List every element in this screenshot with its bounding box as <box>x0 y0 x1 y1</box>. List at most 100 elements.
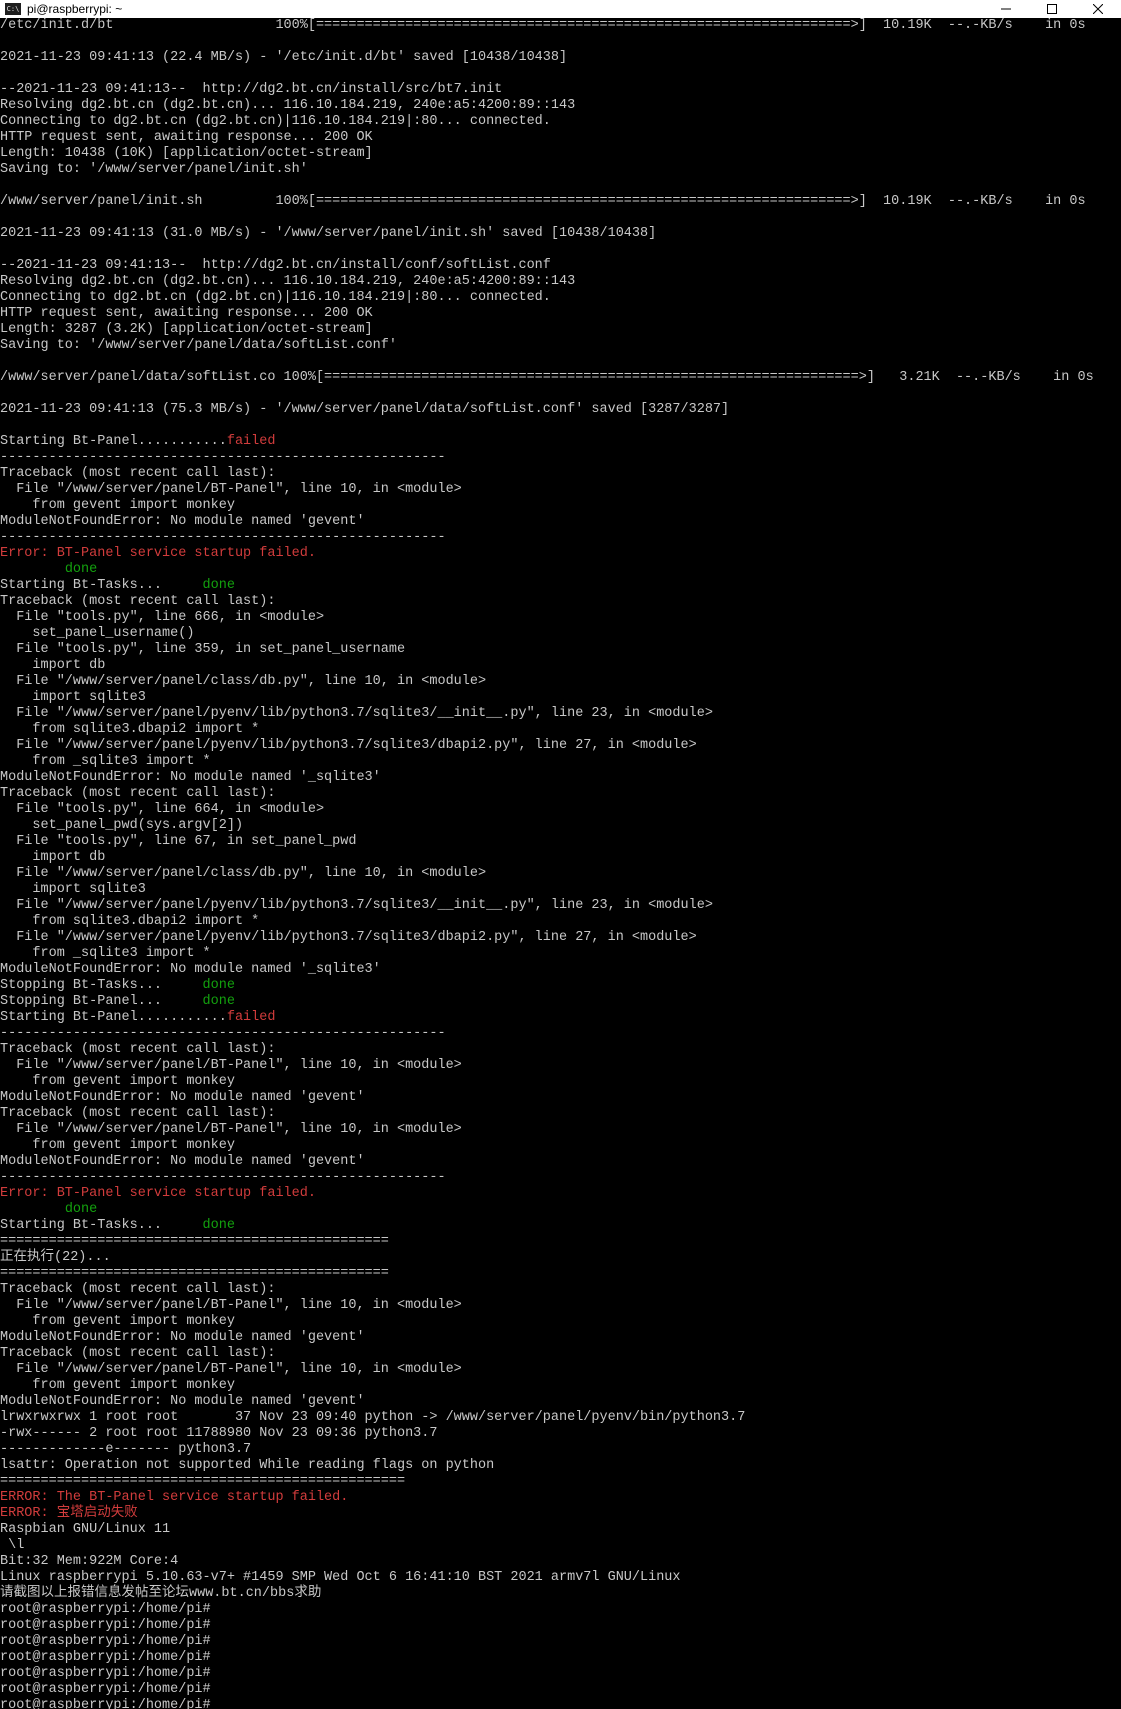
terminal-text: Starting Bt-Panel........... <box>0 434 227 449</box>
error-text: failed <box>226 434 276 449</box>
terminal-line: File "/www/server/panel/BT-Panel", line … <box>0 1122 1121 1138</box>
terminal-text: ModuleNotFoundError: No module named 'ge… <box>0 1394 365 1409</box>
terminal-text: File "tools.py", line 666, in <module> <box>0 610 325 625</box>
terminal-line: from _sqlite3 import * <box>0 946 1121 962</box>
terminal-text: Saving to: '/www/server/panel/init.sh' <box>0 162 308 177</box>
terminal-line: Traceback (most recent call last): <box>0 466 1121 482</box>
terminal-text: File "/www/server/panel/BT-Panel", line … <box>0 1122 462 1137</box>
terminal-line: root@raspberrypi:/home/pi# <box>0 1634 1121 1650</box>
terminal-line: from gevent import monkey <box>0 1378 1121 1394</box>
terminal-text: File "/www/server/panel/BT-Panel", line … <box>0 1362 462 1377</box>
terminal-text: Traceback (most recent call last): <box>0 1106 276 1121</box>
terminal-text: ========================================… <box>0 1266 389 1281</box>
close-icon <box>1093 4 1103 14</box>
window-titlebar[interactable]: C:\ pi@raspberrypi: ~ <box>0 0 1121 18</box>
terminal-line: File "/www/server/panel/pyenv/lib/python… <box>0 930 1121 946</box>
terminal-line: Traceback (most recent call last): <box>0 1346 1121 1362</box>
terminal-text: File "/www/server/panel/pyenv/lib/python… <box>0 898 713 913</box>
error-text: ERROR: 宝塔启动失败 <box>0 1506 138 1521</box>
terminal-text: File "/www/server/panel/class/db.py", li… <box>0 866 487 881</box>
close-button[interactable] <box>1075 0 1121 18</box>
terminal-text: from gevent import monkey <box>0 1138 235 1153</box>
terminal-line: 2021-11-23 09:41:13 (75.3 MB/s) - '/www/… <box>0 402 1121 418</box>
terminal-output[interactable]: /etc/init.d/bt 100%[====================… <box>0 18 1121 1709</box>
terminal-text: import sqlite3 <box>0 882 146 897</box>
terminal-line: /www/server/panel/data/softList.co 100%[… <box>0 370 1121 386</box>
terminal-line: from gevent import monkey <box>0 1074 1121 1090</box>
terminal-line: --2021-11-23 09:41:13-- http://dg2.bt.cn… <box>0 82 1121 98</box>
minimize-icon <box>1001 8 1011 10</box>
terminal-line: from gevent import monkey <box>0 1138 1121 1154</box>
terminal-line: HTTP request sent, awaiting response... … <box>0 306 1121 322</box>
terminal-line: ========================================… <box>0 1474 1121 1490</box>
terminal-text: 2021-11-23 09:41:13 (31.0 MB/s) - '/www/… <box>0 226 657 241</box>
terminal-text: File "/www/server/panel/class/db.py", li… <box>0 674 487 689</box>
terminal-line: 2021-11-23 09:41:13 (31.0 MB/s) - '/www/… <box>0 226 1121 242</box>
terminal-text: from gevent import monkey <box>0 1378 235 1393</box>
terminal-line: ModuleNotFoundError: No module named 'ge… <box>0 514 1121 530</box>
minimize-button[interactable] <box>983 0 1029 18</box>
terminal-text: ========================================… <box>0 1474 406 1489</box>
terminal-line: Stopping Bt-Tasks... done <box>0 978 1121 994</box>
terminal-text: ----------------------------------------… <box>0 450 446 465</box>
terminal-line: done <box>0 562 1121 578</box>
terminal-text: Traceback (most recent call last): <box>0 1282 276 1297</box>
terminal-line: ModuleNotFoundError: No module named '_s… <box>0 962 1121 978</box>
terminal-line: root@raspberrypi:/home/pi# <box>0 1698 1121 1709</box>
terminal-text: 2021-11-23 09:41:13 (75.3 MB/s) - '/www/… <box>0 402 730 417</box>
terminal-line: ----------------------------------------… <box>0 450 1121 466</box>
terminal-line: from gevent import monkey <box>0 498 1121 514</box>
terminal-line: File "/www/server/panel/class/db.py", li… <box>0 674 1121 690</box>
terminal-line: Length: 3287 (3.2K) [application/octet-s… <box>0 322 1121 338</box>
terminal-text: Traceback (most recent call last): <box>0 1042 276 1057</box>
maximize-button[interactable] <box>1029 0 1075 18</box>
terminal-text: ModuleNotFoundError: No module named 'ge… <box>0 514 365 529</box>
terminal-line: 请截图以上报错信息发帖至论坛www.bt.cn/bbs求助 <box>0 1586 1121 1602</box>
terminal-text: File "/www/server/panel/BT-Panel", line … <box>0 1058 462 1073</box>
maximize-icon <box>1047 4 1057 14</box>
terminal-text: from gevent import monkey <box>0 1314 235 1329</box>
terminal-line: from _sqlite3 import * <box>0 754 1121 770</box>
terminal-text: root@raspberrypi:/home/pi# <box>0 1666 211 1681</box>
terminal-line: root@raspberrypi:/home/pi# <box>0 1602 1121 1618</box>
error-text: ERROR: The BT-Panel service startup fail… <box>0 1490 349 1505</box>
terminal-text: Resolving dg2.bt.cn (dg2.bt.cn)... 116.1… <box>0 274 576 289</box>
terminal-text: import db <box>0 850 106 865</box>
terminal-text: ModuleNotFoundError: No module named 'ge… <box>0 1154 365 1169</box>
terminal-text: import sqlite3 <box>0 690 146 705</box>
terminal-line: Error: BT-Panel service startup failed. <box>0 546 1121 562</box>
terminal-text: root@raspberrypi:/home/pi# <box>0 1602 211 1617</box>
status-done-text: done <box>202 578 235 593</box>
terminal-text: Linux raspberrypi 5.10.63-v7+ #1459 SMP … <box>0 1570 681 1585</box>
terminal-text: Traceback (most recent call last): <box>0 786 276 801</box>
terminal-line: Stopping Bt-Panel... done <box>0 994 1121 1010</box>
terminal-line: File "/www/server/panel/BT-Panel", line … <box>0 1058 1121 1074</box>
terminal-text: -rwx------ 2 root root 11788980 Nov 23 0… <box>0 1426 438 1441</box>
terminal-text: /www/server/panel/data/softList.co 100%[… <box>0 370 1094 385</box>
terminal-line: Starting Bt-Panel...........failed <box>0 1010 1121 1026</box>
terminal-line: Connecting to dg2.bt.cn (dg2.bt.cn)|116.… <box>0 290 1121 306</box>
terminal-text: 2021-11-23 09:41:13 (22.4 MB/s) - '/etc/… <box>0 50 568 65</box>
terminal-line: Length: 10438 (10K) [application/octet-s… <box>0 146 1121 162</box>
terminal-line: ModuleNotFoundError: No module named 'ge… <box>0 1154 1121 1170</box>
terminal-line: File "/www/server/panel/BT-Panel", line … <box>0 1298 1121 1314</box>
terminal-text: /www/server/panel/init.sh 100%[=========… <box>0 194 1086 209</box>
terminal-line: ModuleNotFoundError: No module named 'ge… <box>0 1090 1121 1106</box>
terminal-text: File "/www/server/panel/BT-Panel", line … <box>0 1298 462 1313</box>
terminal-line: Traceback (most recent call last): <box>0 1106 1121 1122</box>
terminal-text: File "tools.py", line 664, in <module> <box>0 802 325 817</box>
terminal-text: ----------------------------------------… <box>0 1026 446 1041</box>
terminal-line: -------------e------- python3.7 <box>0 1442 1121 1458</box>
terminal-line: File "/www/server/panel/BT-Panel", line … <box>0 1362 1121 1378</box>
window-title: pi@raspberrypi: ~ <box>27 2 123 16</box>
terminal-line: -rwx------ 2 root root 11788980 Nov 23 0… <box>0 1426 1121 1442</box>
terminal-text: Resolving dg2.bt.cn (dg2.bt.cn)... 116.1… <box>0 98 576 113</box>
terminal-text: /etc/init.d/bt 100%[====================… <box>0 18 1086 33</box>
terminal-line: root@raspberrypi:/home/pi# <box>0 1618 1121 1634</box>
terminal-line: Traceback (most recent call last): <box>0 1282 1121 1298</box>
terminal-text: Length: 10438 (10K) [application/octet-s… <box>0 146 373 161</box>
error-text: Error: BT-Panel service startup failed. <box>0 546 316 561</box>
